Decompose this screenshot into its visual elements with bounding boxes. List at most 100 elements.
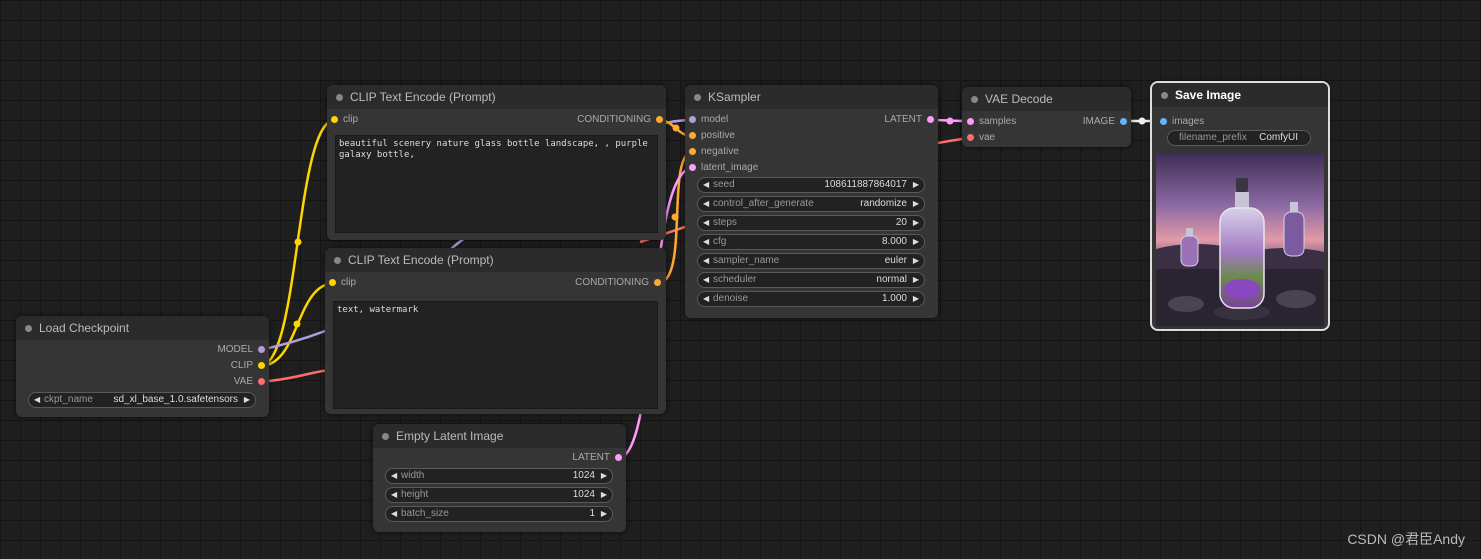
slot-dot-icon[interactable] (967, 134, 974, 141)
widget-filename-prefix[interactable]: filename_prefix ComfyUI (1167, 130, 1311, 146)
arrow-left-icon[interactable]: ◀ (703, 216, 709, 230)
arrow-right-icon[interactable]: ▶ (913, 178, 919, 192)
slot-dot-icon[interactable] (258, 346, 265, 353)
output-slot-conditioning[interactable]: CONDITIONING (577, 112, 663, 128)
arrow-left-icon[interactable]: ◀ (703, 178, 709, 192)
slot-dot-icon[interactable] (654, 279, 661, 286)
arrow-right-icon[interactable]: ▶ (913, 273, 919, 287)
slot-dot-icon[interactable] (967, 118, 974, 125)
slot-dot-icon[interactable] (689, 116, 696, 123)
collapse-dot-icon[interactable] (25, 325, 32, 332)
arrow-right-icon[interactable]: ▶ (244, 393, 250, 407)
arrow-right-icon[interactable]: ▶ (913, 254, 919, 268)
widget-height[interactable]: ◀ height 1024 ▶ (385, 487, 613, 503)
widget-sampler-name[interactable]: ◀ sampler_name euler ▶ (697, 253, 925, 269)
widget-value: 1024 (572, 470, 595, 481)
node-empty-latent-image[interactable]: Empty Latent Image LATENT ◀ width 1024 ▶… (373, 424, 626, 532)
input-slot-negative[interactable]: negative (689, 144, 739, 160)
output-slot-image[interactable]: IMAGE (1083, 114, 1127, 130)
node-title-bar[interactable]: KSampler (685, 85, 938, 109)
widget-batch-size[interactable]: ◀ batch_size 1 ▶ (385, 506, 613, 522)
arrow-left-icon[interactable]: ◀ (34, 393, 40, 407)
arrow-left-icon[interactable]: ◀ (703, 197, 709, 211)
slot-dot-icon[interactable] (689, 148, 696, 155)
node-title-bar[interactable]: Save Image (1152, 83, 1328, 107)
widget-cfg[interactable]: ◀ cfg 8.000 ▶ (697, 234, 925, 250)
slot-dot-icon[interactable] (689, 164, 696, 171)
slot-label: model (701, 114, 729, 125)
slot-dot-icon[interactable] (927, 116, 934, 123)
node-title-bar[interactable]: CLIP Text Encode (Prompt) (327, 85, 666, 109)
collapse-dot-icon[interactable] (336, 94, 343, 101)
collapse-dot-icon[interactable] (694, 94, 701, 101)
arrow-right-icon[interactable]: ▶ (601, 488, 607, 502)
arrow-right-icon[interactable]: ▶ (601, 507, 607, 521)
slot-dot-icon[interactable] (258, 362, 265, 369)
prompt-textarea[interactable]: beautiful scenery nature glass bottle la… (335, 135, 658, 233)
widget-steps[interactable]: ◀ steps 20 ▶ (697, 215, 925, 231)
node-title-bar[interactable]: Empty Latent Image (373, 424, 626, 448)
widget-scheduler[interactable]: ◀ scheduler normal ▶ (697, 272, 925, 288)
node-title: VAE Decode (985, 92, 1053, 106)
input-slot-images[interactable]: images (1160, 114, 1205, 130)
node-title-bar[interactable]: VAE Decode (962, 87, 1131, 111)
collapse-dot-icon[interactable] (382, 433, 389, 440)
input-slot-vae[interactable]: vae (967, 130, 995, 146)
node-ksampler[interactable]: KSampler model positive negative latent_… (685, 85, 938, 318)
arrow-left-icon[interactable]: ◀ (391, 507, 397, 521)
arrow-left-icon[interactable]: ◀ (703, 235, 709, 249)
slot-dot-icon[interactable] (689, 132, 696, 139)
node-vae-decode[interactable]: VAE Decode samples vae IMAGE (962, 87, 1131, 147)
output-slot-conditioning[interactable]: CONDITIONING (575, 275, 661, 291)
slot-label: images (1172, 116, 1205, 127)
arrow-right-icon[interactable]: ▶ (913, 216, 919, 230)
input-slot-positive[interactable]: positive (689, 128, 735, 144)
node-clip-text-encode-negative[interactable]: CLIP Text Encode (Prompt) clip CONDITION… (325, 248, 666, 414)
input-slot-samples[interactable]: samples (967, 114, 1016, 130)
arrow-right-icon[interactable]: ▶ (913, 197, 919, 211)
output-slot-clip[interactable]: CLIP (231, 358, 265, 374)
node-title-bar[interactable]: Load Checkpoint (16, 316, 269, 340)
input-slot-clip[interactable]: clip (329, 275, 356, 291)
node-title: CLIP Text Encode (Prompt) (350, 90, 496, 104)
output-slot-vae[interactable]: VAE (234, 374, 265, 390)
arrow-right-icon[interactable]: ▶ (913, 292, 919, 306)
slot-dot-icon[interactable] (329, 279, 336, 286)
output-slot-latent[interactable]: LATENT (572, 450, 622, 466)
generated-image-preview[interactable] (1156, 154, 1324, 326)
node-title-bar[interactable]: CLIP Text Encode (Prompt) (325, 248, 666, 272)
node-load-checkpoint[interactable]: Load Checkpoint MODEL CLIP VAE ◀ ckpt_na… (16, 316, 269, 417)
prompt-textarea[interactable]: text, watermark (333, 301, 658, 409)
collapse-dot-icon[interactable] (334, 257, 341, 264)
slot-dot-icon[interactable] (1120, 118, 1127, 125)
widget-width[interactable]: ◀ width 1024 ▶ (385, 468, 613, 484)
arrow-left-icon[interactable]: ◀ (703, 292, 709, 306)
node-clip-text-encode-positive[interactable]: CLIP Text Encode (Prompt) clip CONDITION… (327, 85, 666, 240)
arrow-right-icon[interactable]: ▶ (913, 235, 919, 249)
widget-ckpt-name[interactable]: ◀ ckpt_name sd_xl_base_1.0.safetensors ▶ (28, 392, 256, 408)
node-title: Load Checkpoint (39, 321, 130, 335)
slot-dot-icon[interactable] (1160, 118, 1167, 125)
arrow-left-icon[interactable]: ◀ (703, 273, 709, 287)
input-slot-latent-image[interactable]: latent_image (689, 160, 758, 176)
input-slot-model[interactable]: model (689, 112, 729, 128)
slot-dot-icon[interactable] (258, 378, 265, 385)
slot-dot-icon[interactable] (656, 116, 663, 123)
input-slot-clip[interactable]: clip (331, 112, 358, 128)
widget-control-after-generate[interactable]: ◀ control_after_generate randomize ▶ (697, 196, 925, 212)
collapse-dot-icon[interactable] (1161, 92, 1168, 99)
widget-seed[interactable]: ◀ seed 108611887864017 ▶ (697, 177, 925, 193)
arrow-left-icon[interactable]: ◀ (703, 254, 709, 268)
arrow-right-icon[interactable]: ▶ (601, 469, 607, 483)
slot-dot-icon[interactable] (615, 454, 622, 461)
arrow-left-icon[interactable]: ◀ (391, 488, 397, 502)
slot-label: CONDITIONING (577, 114, 651, 125)
output-slot-model[interactable]: MODEL (217, 342, 265, 358)
widget-denoise[interactable]: ◀ denoise 1.000 ▶ (697, 291, 925, 307)
widget-value: randomize (860, 198, 907, 209)
slot-dot-icon[interactable] (331, 116, 338, 123)
output-slot-latent[interactable]: LATENT (884, 112, 934, 128)
collapse-dot-icon[interactable] (971, 96, 978, 103)
arrow-left-icon[interactable]: ◀ (391, 469, 397, 483)
node-save-image[interactable]: Save Image images filename_prefix ComfyU… (1150, 81, 1330, 331)
